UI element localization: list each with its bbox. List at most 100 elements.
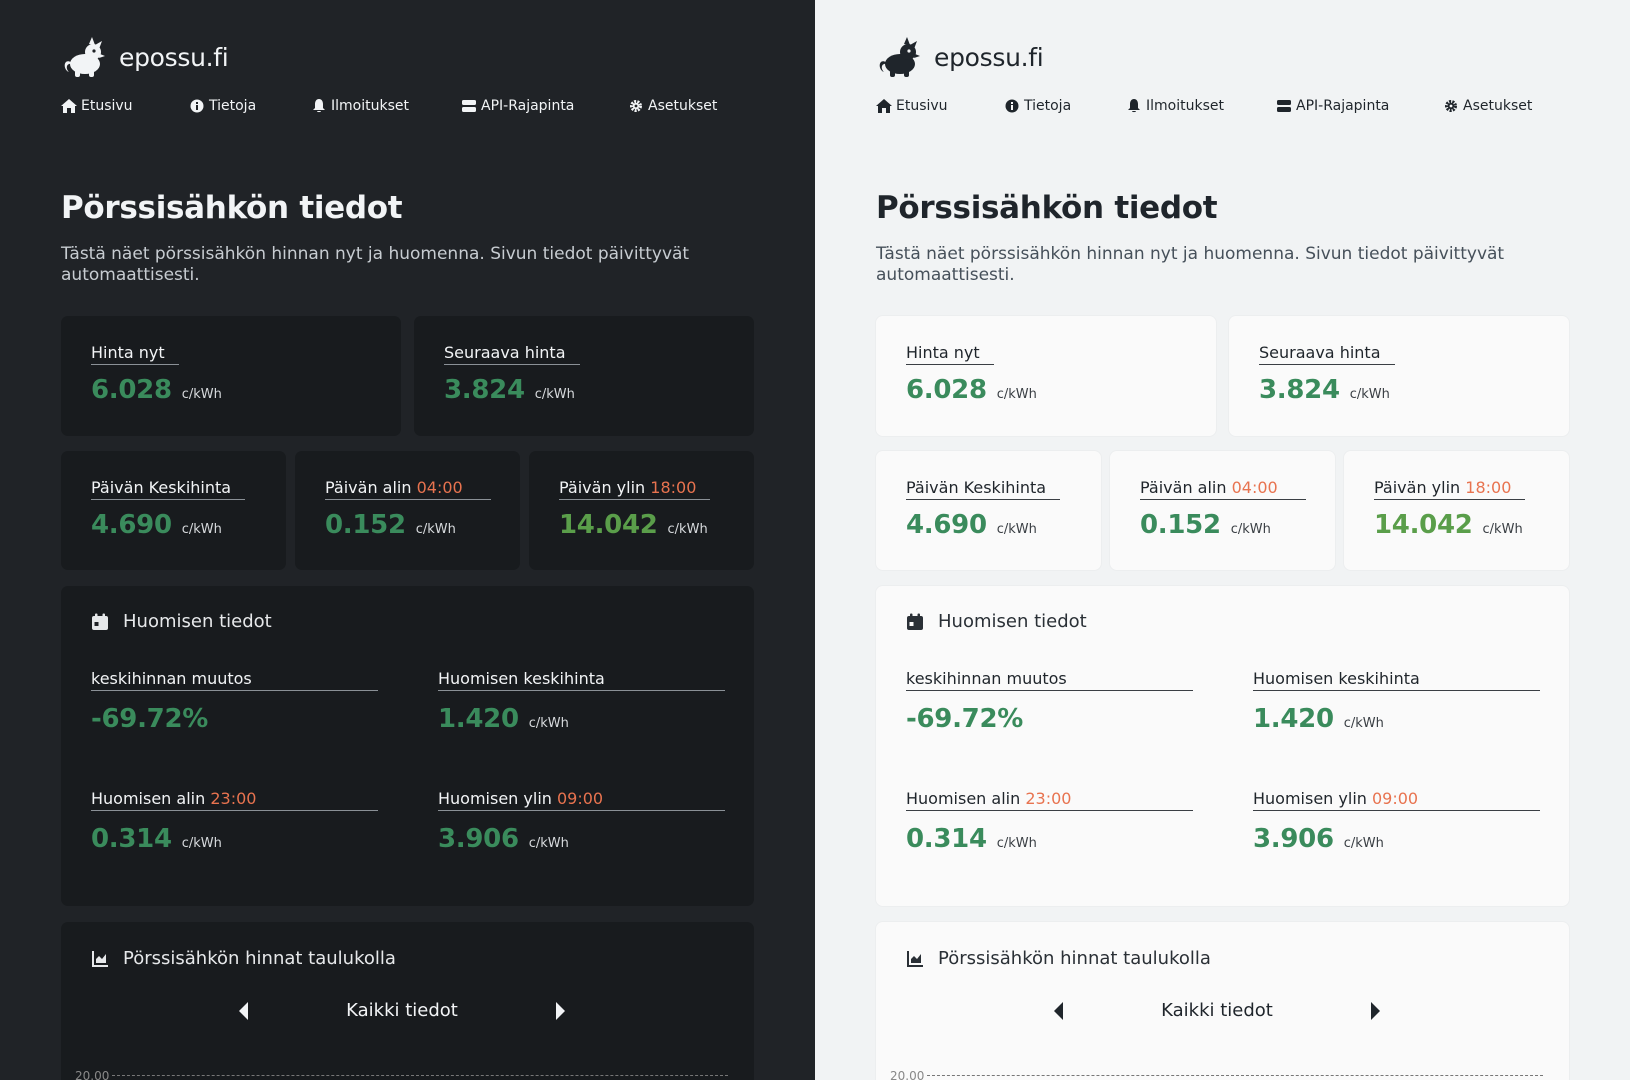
card-tomorrow: Huomisen tiedot keskihinnan muutos -69.7… (876, 586, 1569, 906)
price-value: 0.314 (906, 824, 987, 854)
price-table-heading-text: Pörssisähkön hinnat taulukolla (123, 948, 396, 969)
prev-arrow-icon[interactable] (1051, 1001, 1067, 1021)
change-value: -69.72% (906, 704, 1023, 734)
label-time: 18:00 (1465, 478, 1512, 497)
page-title: Pörssisähkön tiedot (61, 190, 403, 226)
label-time: 09:00 (557, 789, 604, 808)
tomorrow-max-label: Huomisen ylin 09:00 (438, 789, 725, 811)
nav-label: Tietoja (209, 98, 257, 114)
nav-label: Etusivu (81, 98, 133, 114)
info-icon (190, 99, 204, 113)
nav-item-api[interactable]: API-Rajapinta (1276, 98, 1443, 114)
card-next-price: Seuraava hinta 3.824 c/kWh (1229, 316, 1569, 436)
page-title: Pörssisähkön tiedot (876, 190, 1218, 226)
calendar-icon (92, 613, 108, 630)
brand-logo[interactable]: epossu.fi (61, 36, 229, 78)
label-text: Huomisen alin (906, 789, 1021, 808)
label-text: Huomisen ylin (438, 789, 552, 808)
area-chart-icon (92, 950, 108, 967)
bell-icon (313, 99, 325, 113)
nav-item-api[interactable]: API-Rajapinta (461, 98, 628, 114)
nav-label: Asetukset (648, 98, 718, 114)
nav-item-ilmoitukset[interactable]: Ilmoitukset (1126, 98, 1276, 114)
tomorrow-heading-text: Huomisen tiedot (938, 611, 1087, 632)
label-time: 04:00 (416, 478, 463, 497)
nav-item-etusivu[interactable]: Etusivu (61, 98, 189, 114)
nav-item-asetukset[interactable]: Asetukset (628, 98, 748, 114)
bell-icon (1128, 99, 1140, 113)
card-label: Päivän alin 04:00 (325, 478, 491, 500)
label-text: Huomisen alin (91, 789, 206, 808)
price-unit: c/kWh (1230, 522, 1271, 537)
price-value: 4.690 (91, 510, 172, 540)
price-value: 0.314 (91, 824, 172, 854)
label-time: 23:00 (1025, 789, 1072, 808)
nav-label: Ilmoitukset (1146, 98, 1224, 114)
card-day-average: Päivän Keskihinta 4.690 c/kWh (876, 451, 1101, 570)
price-value: 3.906 (438, 824, 519, 854)
card-price-now: Hinta nyt 6.028 c/kWh (876, 316, 1216, 436)
possum-logo-icon (879, 37, 920, 77)
nav-item-tietoja[interactable]: Tietoja (189, 98, 311, 114)
card-day-min: Päivän alin 04:00 0.152 c/kWh (1110, 451, 1335, 570)
next-arrow-icon[interactable] (552, 1001, 568, 1021)
price-unit: c/kWh (181, 387, 222, 402)
brand-name: epossu.fi (934, 42, 1044, 72)
label-time: 18:00 (650, 478, 697, 497)
nav-item-ilmoitukset[interactable]: Ilmoitukset (311, 98, 461, 114)
change-label: keskihinnan muutos (91, 669, 378, 691)
price-unit: c/kWh (1349, 387, 1390, 402)
tomorrow-heading: Huomisen tiedot (91, 611, 272, 632)
price-table-heading: Pörssisähkön hinnat taulukolla (906, 948, 1211, 969)
price-value: 3.824 (1259, 375, 1340, 405)
next-arrow-icon[interactable] (1367, 1001, 1383, 1021)
price-unit: c/kWh (181, 836, 222, 851)
price-unit: c/kWh (415, 522, 456, 537)
chart-range-label: Kaikki tiedot (1161, 1000, 1273, 1021)
price-value: 0.152 (325, 510, 406, 540)
page-intro: Tästä näet pörssisähkön hinnan nyt ja hu… (61, 244, 690, 285)
tomorrow-average-label: Huomisen keskihinta (1253, 669, 1540, 691)
change-label: keskihinnan muutos (906, 669, 1193, 691)
price-table-heading-text: Pörssisähkön hinnat taulukolla (938, 948, 1211, 969)
label-text: Päivän alin (1140, 478, 1227, 497)
main-nav: Etusivu Tietoja Ilmoitukset API-Rajapint… (876, 98, 1563, 114)
change-value: -69.72% (91, 704, 208, 734)
card-day-max: Päivän ylin 18:00 14.042 c/kWh (529, 451, 754, 570)
price-unit: c/kWh (667, 522, 708, 537)
price-table-heading: Pörssisähkön hinnat taulukolla (91, 948, 396, 969)
price-value: 4.690 (906, 510, 987, 540)
price-value: 1.420 (438, 704, 519, 734)
price-unit: c/kWh (528, 836, 569, 851)
brand-logo[interactable]: epossu.fi (876, 36, 1044, 78)
price-unit: c/kWh (1343, 716, 1384, 731)
label-text: Huomisen ylin (1253, 789, 1367, 808)
chart-gridline (927, 1075, 1543, 1076)
nav-item-etusivu[interactable]: Etusivu (876, 98, 1004, 114)
tomorrow-max-label: Huomisen ylin 09:00 (1253, 789, 1540, 811)
price-value: 6.028 (906, 375, 987, 405)
card-label: Päivän Keskihinta (91, 478, 246, 500)
tomorrow-min-label: Huomisen alin 23:00 (91, 789, 378, 811)
card-day-min: Päivän alin 04:00 0.152 c/kWh (295, 451, 520, 570)
label-time: 09:00 (1372, 789, 1419, 808)
price-value: 1.420 (1253, 704, 1334, 734)
chart-range-nav: Kaikki tiedot (236, 1000, 568, 1021)
tomorrow-heading-text: Huomisen tiedot (123, 611, 272, 632)
light-theme-panel: epossu.fi Etusivu Tietoja Ilmoitukset AP… (815, 0, 1630, 1080)
prev-arrow-icon[interactable] (236, 1001, 252, 1021)
page-intro: Tästä näet pörssisähkön hinnan nyt ja hu… (876, 244, 1505, 285)
price-unit: c/kWh (1343, 836, 1384, 851)
nav-item-tietoja[interactable]: Tietoja (1004, 98, 1126, 114)
card-label: Päivän alin 04:00 (1140, 478, 1306, 500)
server-icon (462, 100, 476, 112)
card-price-now: Hinta nyt 6.028 c/kWh (61, 316, 401, 436)
nav-item-asetukset[interactable]: Asetukset (1443, 98, 1563, 114)
card-label: Hinta nyt (91, 343, 179, 365)
price-unit: c/kWh (996, 522, 1037, 537)
card-tomorrow: Huomisen tiedot keskihinnan muutos -69.7… (61, 586, 754, 906)
price-value: 3.824 (444, 375, 525, 405)
price-value: 3.906 (1253, 824, 1334, 854)
price-value: 0.152 (1140, 510, 1221, 540)
card-label: Päivän ylin 18:00 (559, 478, 711, 500)
